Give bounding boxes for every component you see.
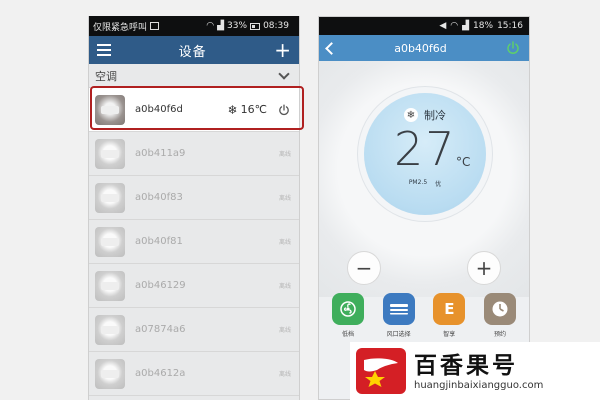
device-list-screen: 仅限紧急呼叫 ◠ ▟ 33% 08:39 设备 + 空调 a0b40f6d ❄ … [88, 16, 300, 400]
device-list: a0b40f6d ❄ 16℃ a0b411a9 离线 a0b40f83 离线 a… [89, 88, 299, 396]
clock: 08:39 [263, 21, 289, 31]
device-row[interactable]: a0b4612a 离线 [89, 352, 299, 396]
vent-select-label: 风口选择 [386, 331, 411, 338]
device-name: a0b40f81 [135, 236, 183, 247]
menu-icon[interactable] [97, 44, 111, 56]
schedule-button[interactable]: 预约 [479, 293, 521, 338]
header-bar: 设备 + [89, 36, 299, 64]
device-name: a0b40f6d [135, 104, 183, 115]
status-bar: ◀ ◠ ▟ 18% 15:16 [319, 17, 529, 35]
device-row-active[interactable]: a0b40f6d ❄ 16℃ [89, 88, 299, 132]
snowflake-icon: ❄ [404, 108, 418, 122]
device-row[interactable]: a0b40f83 离线 [89, 176, 299, 220]
pm-value: 优 [435, 181, 442, 188]
back-arrow-icon[interactable] [325, 41, 338, 55]
device-row[interactable]: a0b40f81 离线 [89, 220, 299, 264]
temperature-unit: °C [456, 155, 471, 169]
air-quality: PM2.5 优 [364, 179, 486, 188]
add-device-icon[interactable]: + [274, 40, 291, 60]
air-conditioner-thumbnail [95, 270, 125, 301]
volume-icon: ◀ [439, 21, 447, 31]
chevron-down-icon[interactable] [278, 67, 290, 80]
signal-icon: ▟ [217, 21, 225, 31]
device-status: 离线 [278, 283, 291, 290]
battery-level: 33% [227, 21, 248, 31]
fan-icon [332, 293, 364, 325]
vent-icon [382, 293, 415, 325]
temperature-value: 27 [394, 122, 457, 176]
signal-icon: ▟ [462, 21, 470, 31]
section-header[interactable]: 空调 [89, 64, 299, 88]
smart-mode-label: 智享 [443, 331, 456, 338]
section-title: 空调 [95, 69, 117, 83]
schedule-label: 预约 [493, 331, 506, 338]
watermark: 百香果号 huangjinbaixiangguo.com [350, 342, 600, 400]
device-status: 离线 [278, 195, 291, 202]
image-notification-icon [150, 22, 160, 30]
pm-label: PM2.5 [408, 179, 428, 186]
device-status: 离线 [278, 371, 291, 378]
device-row[interactable]: a0b46129 离线 [89, 264, 299, 308]
mode-label: 制冷 [424, 109, 446, 122]
air-conditioner-thumbnail [95, 314, 125, 345]
status-bar: 仅限紧急呼叫 ◠ ▟ 33% 08:39 [89, 16, 299, 36]
battery-level: 18% [473, 21, 494, 31]
fan-speed-label: 低档 [341, 331, 354, 338]
smart-mode-button[interactable]: E 智享 [428, 293, 470, 338]
increase-temp-button[interactable]: + [467, 251, 501, 285]
device-row[interactable]: a07874a6 离线 [89, 308, 299, 352]
header-bar: a0b40f6d [319, 35, 529, 61]
snowflake-icon: ❄ [227, 102, 238, 117]
device-status: 离线 [278, 239, 291, 246]
wifi-icon: ◠ [450, 21, 459, 31]
mode-indicator[interactable]: ❄ 制冷 [364, 107, 486, 123]
carrier-text: 仅限紧急呼叫 [93, 22, 148, 33]
watermark-url: huangjinbaixiangguo.com [414, 379, 544, 391]
vent-select-button[interactable]: 风口选择 [378, 293, 420, 338]
device-title: a0b40f6d [394, 41, 447, 55]
device-name: a0b411a9 [135, 148, 186, 159]
device-name: a0b4612a [135, 368, 186, 379]
air-conditioner-thumbnail [95, 138, 125, 169]
device-temperature: ❄ 16℃ [228, 103, 267, 117]
device-status: 离线 [278, 151, 291, 158]
air-conditioner-thumbnail [95, 182, 125, 213]
decrease-temp-button[interactable]: − [347, 251, 381, 285]
watermark-text: 百香果号 huangjinbaixiangguo.com [414, 352, 543, 391]
device-temp-value: 16℃ [240, 103, 267, 116]
page-title: 设备 [178, 44, 207, 60]
device-name: a07874a6 [135, 324, 186, 335]
device-name: a0b40f83 [135, 192, 183, 203]
power-icon[interactable] [505, 40, 521, 56]
fan-speed-button[interactable]: 低档 [327, 293, 369, 338]
energy-e-icon: E [433, 293, 466, 325]
clock-icon [483, 293, 516, 325]
power-icon[interactable] [277, 103, 291, 117]
device-status: 离线 [278, 327, 291, 334]
clock: 15:16 [497, 21, 523, 31]
device-name: a0b46129 [135, 280, 186, 291]
feature-bar: 低档 风口选择 E 智享 预约 [327, 293, 521, 338]
wifi-icon: ◠ [206, 21, 215, 31]
watermark-title: 百香果号 [414, 352, 518, 379]
device-row[interactable]: a0b411a9 离线 [89, 132, 299, 176]
battery-icon [250, 22, 261, 30]
temperature-dial: ❄ 制冷 27 °C PM2.5 优 [364, 93, 486, 215]
brand-logo [356, 348, 406, 394]
air-conditioner-thumbnail [95, 226, 125, 257]
air-conditioner-thumbnail [95, 358, 125, 389]
temperature-dial-area: ❄ 制冷 27 °C PM2.5 优 − + [319, 61, 529, 297]
air-conditioner-thumbnail [95, 94, 125, 125]
